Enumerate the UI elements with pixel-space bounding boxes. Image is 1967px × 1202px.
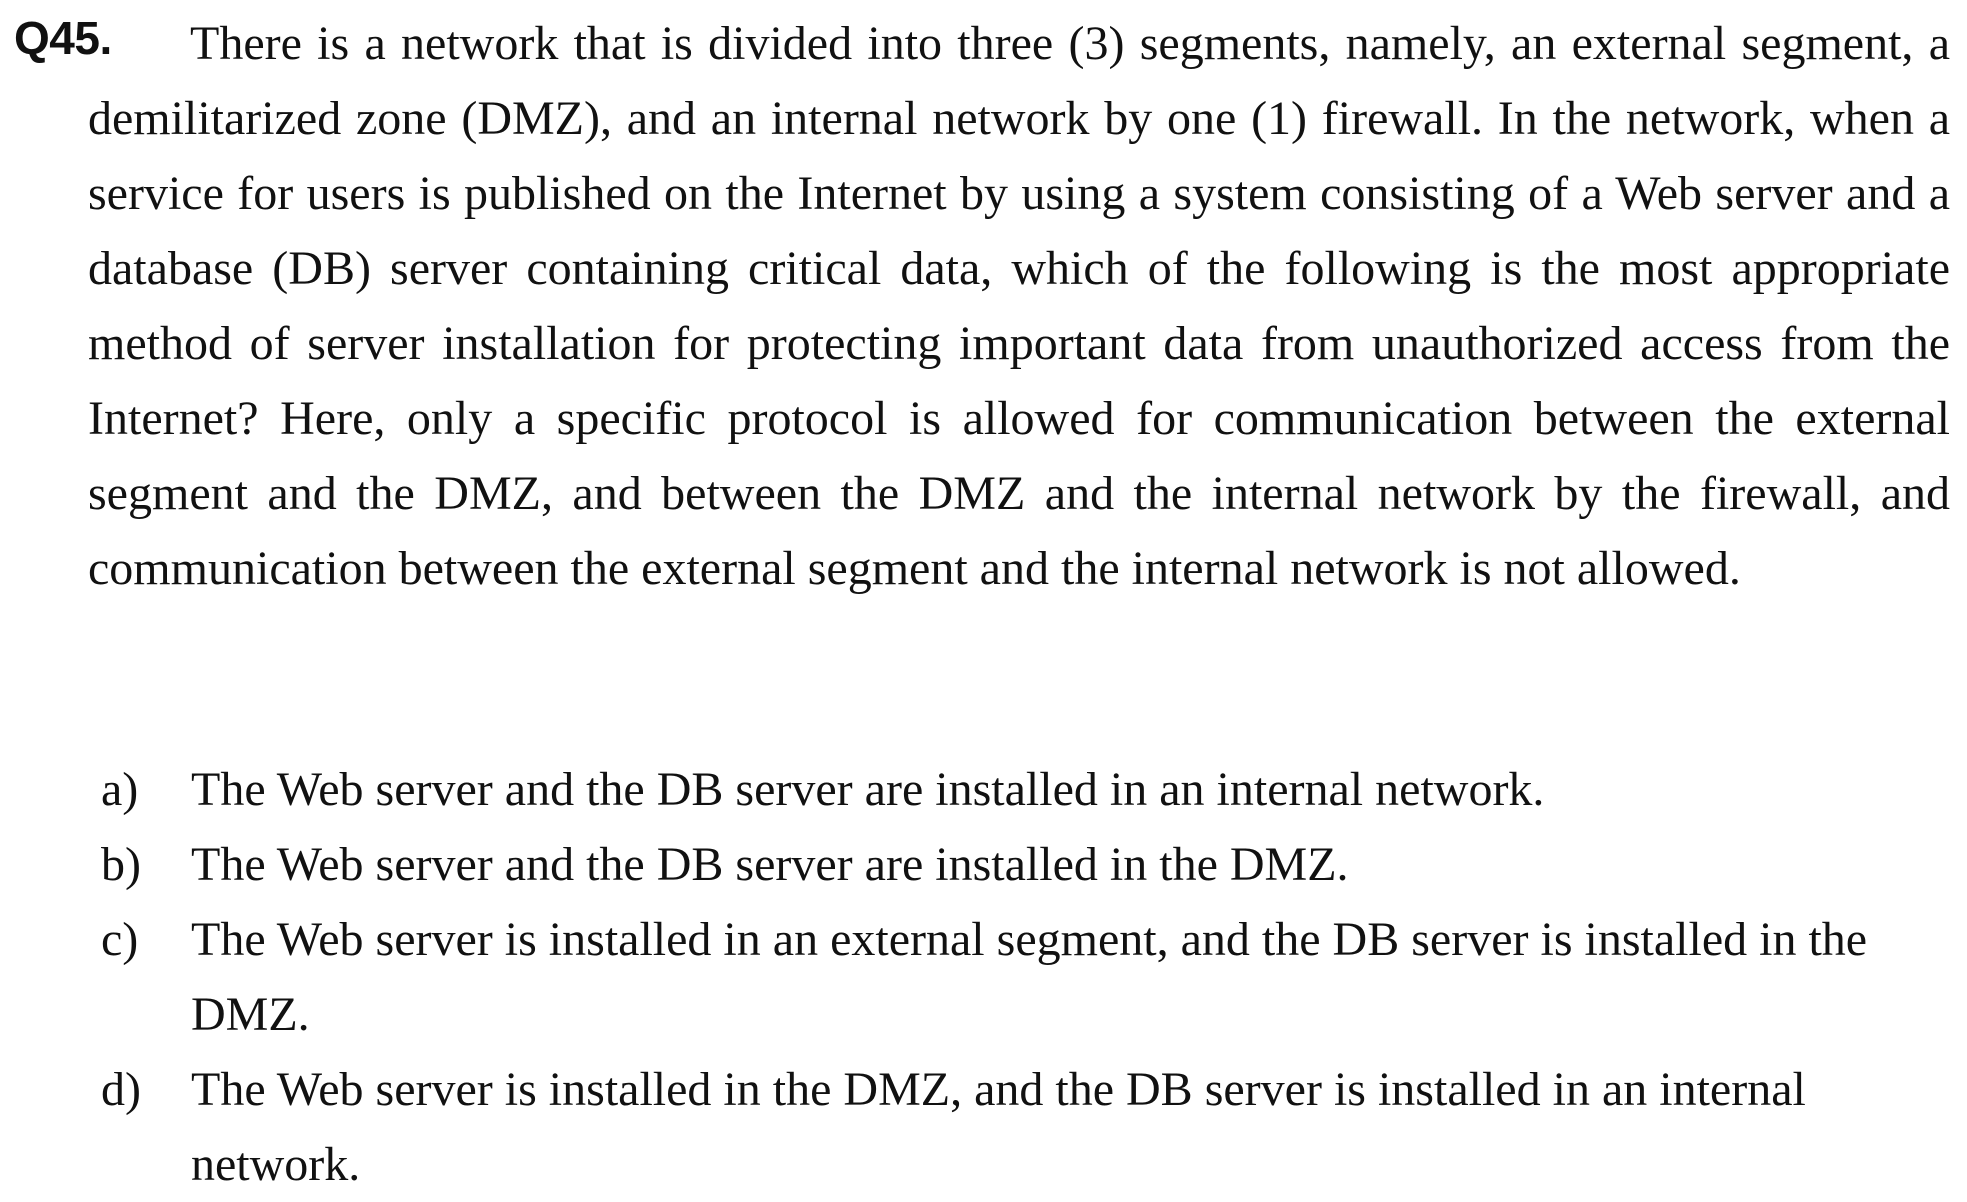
option-text: The Web server is installed in an extern… (191, 913, 1868, 1041)
option-letter: b) (101, 838, 141, 891)
answer-option-c: c) The Web server is installed in an ext… (0, 902, 1967, 1052)
answer-option-a: a) The Web server and the DB server are … (0, 752, 1967, 827)
option-text: The Web server and the DB server are ins… (191, 838, 1349, 891)
answer-option-d: d) The Web server is installed in the DM… (0, 1052, 1967, 1202)
option-text: The Web server and the DB server are ins… (191, 763, 1545, 816)
option-letter: a) (101, 763, 139, 816)
option-letter: c) (101, 913, 139, 966)
answer-options: a) The Web server and the DB server are … (0, 752, 1967, 1202)
exam-question-page: Q45. There is a network that is divided … (0, 0, 1967, 1199)
question-stem: There is a network that is divided into … (88, 17, 1950, 595)
answer-option-b: b) The Web server and the DB server are … (0, 827, 1967, 902)
option-text: The Web server is installed in the DMZ, … (191, 1063, 1806, 1191)
option-letter: d) (101, 1063, 141, 1116)
